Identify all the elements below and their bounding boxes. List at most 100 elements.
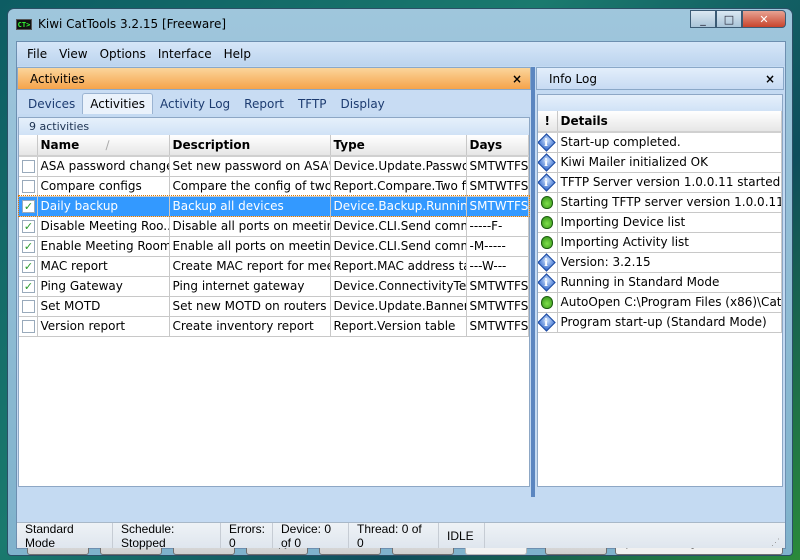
log-message: Importing Activity list [557, 232, 782, 253]
table-row[interactable]: Set MOTD Set new MOTD on routers Device.… [19, 296, 529, 317]
log-message: AutoOpen C:\Program Files (x86)\CatTo... [557, 292, 782, 313]
sort-ascending-icon: ∕ [105, 138, 110, 152]
checkbox-checked[interactable]: ✓ [22, 280, 35, 293]
activity-description: Create MAC report for meet... [169, 256, 331, 277]
row-checkbox-cell[interactable] [19, 296, 38, 317]
log-message: Program start-up (Standard Mode) [557, 312, 782, 333]
table-row[interactable]: ✓ Disable Meeting Roo... Disable all por… [19, 216, 529, 237]
checkbox-unchecked[interactable] [22, 300, 35, 313]
activity-description: Enable all ports on meeting ... [169, 236, 331, 257]
close-panel-icon[interactable]: × [765, 72, 775, 86]
table-row[interactable]: ✓ Enable Meeting Room 1 Enable all ports… [19, 236, 529, 257]
table-row[interactable]: ✓ MAC report Create MAC report for meet.… [19, 256, 529, 277]
log-row[interactable]: i Kiwi Mailer initialized OK [538, 152, 782, 173]
row-checkbox-cell[interactable]: ✓ [19, 276, 38, 297]
log-message: Start-up completed. [557, 132, 782, 153]
close-panel-icon[interactable]: × [512, 72, 522, 86]
activity-description: Compare the config of two ... [169, 176, 331, 197]
menu-interface[interactable]: Interface [152, 47, 218, 61]
activities-table: Name ∕ Description Type Days ASA passwor… [18, 135, 530, 337]
activities-panel-header: Activities × [17, 67, 531, 90]
tab-activity-log[interactable]: Activity Log [153, 94, 237, 114]
info-log-toolbar [538, 95, 782, 111]
row-checkbox-cell[interactable]: ✓ [19, 196, 38, 217]
activity-type: Device.CLI.Send comm... [330, 236, 467, 257]
activity-name: ASA password change [37, 156, 170, 177]
menu-help[interactable]: Help [218, 47, 257, 61]
checkbox-unchecked[interactable] [22, 320, 35, 333]
tab-tftp[interactable]: TFTP [291, 94, 334, 114]
activity-name: Compare configs [37, 176, 170, 197]
log-row[interactable]: i Version: 3.2.15 [538, 252, 782, 273]
table-row[interactable]: Version report Create inventory report R… [19, 316, 529, 337]
panel-splitter[interactable] [531, 67, 535, 497]
column-header-check[interactable] [19, 135, 38, 157]
column-header-name[interactable]: Name ∕ [37, 135, 170, 157]
menu-file[interactable]: File [21, 47, 53, 61]
minimize-button[interactable]: _ [690, 10, 716, 28]
row-checkbox-cell[interactable] [19, 176, 38, 197]
activity-days: SMTWTFS [466, 196, 529, 217]
checkbox-unchecked[interactable] [22, 180, 35, 193]
info-log-title: Info Log [549, 71, 597, 86]
activities-panel: Activities × Devices Activities Activity L… [17, 67, 531, 555]
checkbox-checked[interactable]: ✓ [22, 200, 35, 213]
row-checkbox-cell[interactable]: ✓ [19, 256, 38, 277]
table-row[interactable]: Compare configs Compare the config of tw… [19, 176, 529, 197]
close-button[interactable]: ✕ [742, 10, 786, 28]
status-mode: Standard Mode [17, 522, 113, 550]
log-row[interactable]: Importing Activity list [538, 232, 782, 253]
log-row[interactable]: Importing Device list [538, 212, 782, 233]
checkbox-checked[interactable]: ✓ [22, 240, 35, 253]
column-header-description[interactable]: Description [169, 135, 331, 157]
table-row[interactable]: ✓ Daily backup Backup all devices Device… [18, 195, 530, 217]
column-header-days[interactable]: Days [466, 135, 529, 157]
log-message: Starting TFTP server version 1.0.0.11 [557, 192, 782, 213]
table-row[interactable]: ✓ Ping Gateway Ping internet gateway Dev… [19, 276, 529, 297]
tab-devices[interactable]: Devices [21, 94, 82, 114]
log-row[interactable]: AutoOpen C:\Program Files (x86)\CatTo... [538, 292, 782, 313]
resize-grip-icon[interactable]: ⋰ [771, 523, 785, 548]
activity-description: Create inventory report [169, 316, 331, 337]
checkbox-checked[interactable]: ✓ [22, 220, 35, 233]
checkbox-unchecked[interactable] [22, 160, 35, 174]
activity-description: Set new MOTD on routers [169, 296, 331, 317]
row-checkbox-cell[interactable] [19, 156, 38, 177]
activity-name: Ping Gateway [37, 276, 170, 297]
tab-display[interactable]: Display [334, 94, 392, 114]
info-icon: i [538, 152, 556, 171]
activity-description: Set new password on ASA's [169, 156, 331, 177]
activity-days: SMTWTFS [466, 296, 529, 317]
tab-report[interactable]: Report [237, 94, 291, 114]
app-icon: CT> [16, 18, 32, 30]
menu-view[interactable]: View [53, 47, 93, 61]
row-checkbox-cell[interactable]: ✓ [19, 216, 38, 237]
column-header-details[interactable]: Details [557, 111, 782, 133]
window-title: Kiwi CatTools 3.2.15 [Freeware] [38, 17, 227, 31]
menu-options[interactable]: Options [94, 47, 152, 61]
app-window: CT> Kiwi CatTools 3.2.15 [Freeware] _ □ … [7, 8, 793, 556]
activity-name: Daily backup [37, 196, 170, 217]
log-row[interactable]: iTFTP Server version 1.0.0.11 started. L… [538, 172, 782, 193]
activity-name: Disable Meeting Roo... [37, 216, 170, 237]
log-row[interactable]: i Program start-up (Standard Mode) [538, 312, 782, 333]
log-row[interactable]: i Running in Standard Mode [538, 272, 782, 293]
activity-description: Ping internet gateway [169, 276, 331, 297]
table-row[interactable]: ASA password change Set new password on … [19, 156, 529, 177]
status-bar: Standard Mode Schedule: Stopped Errors: 0D… [17, 522, 785, 550]
maximize-button[interactable]: □ [716, 10, 742, 28]
activity-name: Set MOTD [37, 296, 170, 317]
info-log-panel: Info Log × ! Details i Start-up completed… [536, 67, 784, 555]
column-header-type[interactable]: Type [330, 135, 467, 157]
tab-activities[interactable]: Activities [82, 93, 154, 114]
bug-icon [541, 215, 553, 229]
bug-icon [541, 295, 553, 309]
column-header-severity[interactable]: ! [538, 111, 558, 133]
row-checkbox-cell[interactable] [19, 316, 38, 337]
log-row[interactable]: Starting TFTP server version 1.0.0.11 [538, 192, 782, 213]
log-row[interactable]: i Start-up completed. [538, 132, 782, 153]
checkbox-checked[interactable]: ✓ [22, 260, 35, 273]
row-checkbox-cell[interactable]: ✓ [19, 236, 38, 257]
activity-type: Report.MAC address ta... [330, 256, 467, 277]
activity-days: ---W--- [466, 256, 529, 277]
